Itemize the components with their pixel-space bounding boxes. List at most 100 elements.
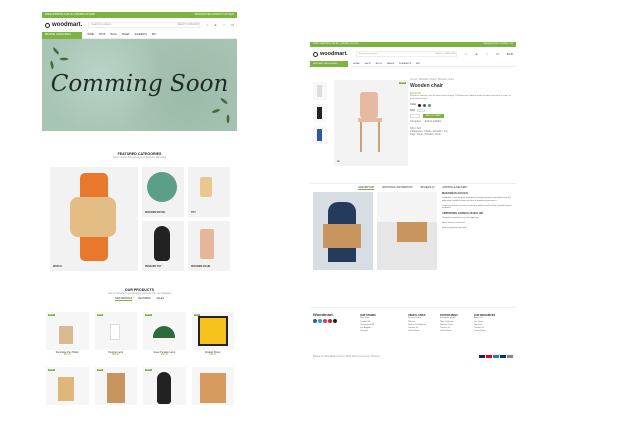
breadcrumb[interactable]: Home / Wooden Chair / Wooden chair (410, 78, 514, 81)
footer-col-links: USEFUL LINKS Privacy Policy Returns Term… (408, 314, 427, 333)
hero-banner: Comming Soon (42, 39, 237, 131)
size-select[interactable] (417, 108, 426, 112)
product-card[interactable]: NEW Abstract Poster $39.00 (191, 312, 234, 362)
youtube-icon[interactable] (333, 319, 337, 323)
product-page-screenshot: FREE SHIPPING FOR ALL ORDERS OF $150 NEW… (310, 42, 516, 362)
user-icon[interactable]: ♙ (475, 52, 478, 56)
search-icon[interactable]: ⌕ (206, 23, 208, 27)
add-to-cart-button[interactable]: ADD TO CART (423, 114, 444, 119)
quantity-stepper[interactable] (410, 114, 420, 119)
cart-icon[interactable]: ⊡ (497, 52, 500, 56)
thumbnail[interactable] (313, 126, 327, 144)
delivery-image-2 (377, 192, 437, 270)
compare-link[interactable]: Compare (410, 120, 421, 123)
browse-categories-button[interactable]: BROWSE CATEGORIES (310, 60, 348, 67)
cart-icon[interactable]: ⊡ (231, 23, 234, 27)
logo-icon (45, 22, 50, 28)
footer-col-resources: OUR RESOURCES About Us Our Team Services… (474, 314, 496, 333)
product-card[interactable]: NEW (143, 367, 186, 417)
product-card[interactable]: NEW Decorative Pen Holder $45.00 (46, 312, 89, 362)
category-select[interactable]: SELECT CATEGORY (435, 52, 456, 56)
product-info: Home / Wooden Chair / Wooden chair Woode… (410, 78, 514, 137)
category-select[interactable]: SELECT CATEGORY (177, 23, 199, 27)
product-tags: Tags: Chair, Wooden Chair (410, 133, 441, 137)
product-image: NEW (143, 312, 186, 350)
nav-item-buy[interactable]: BUY (416, 63, 421, 65)
shipping-notice: FREE SHIPPING FOR ALL ORDERS OF $150 (313, 43, 359, 45)
mastercard-icon (486, 355, 492, 358)
description-tabs: DESCRIPTION ADDITIONAL INFORMATION REVIE… (310, 183, 516, 190)
nav-item-pages[interactable]: PAGES (387, 63, 394, 65)
nav-item-blog[interactable]: BLOG (376, 63, 382, 65)
zoom-icon[interactable]: ⊕ (337, 159, 340, 163)
main-nav: BROWSE CATEGORIES HOME SHOP BLOG PAGES E… (310, 60, 516, 67)
nav-item-elements[interactable]: ELEMENTS (135, 34, 147, 36)
site-logo[interactable]: woodmart. (313, 51, 348, 57)
color-swatch-black[interactable] (418, 103, 422, 107)
product-card[interactable]: NEW (94, 367, 137, 417)
nav-item-pages[interactable]: PAGES (122, 34, 130, 36)
tab-new-arrivals[interactable]: NEW ARRIVALS (115, 298, 133, 301)
tab-description[interactable]: DESCRIPTION (358, 187, 375, 190)
search-input[interactable]: Search for products SELECT CATEGORY (88, 22, 201, 28)
product-card[interactable] (191, 367, 234, 417)
chair-icon (200, 229, 214, 259)
thumbnail[interactable] (313, 104, 327, 122)
nav-item-shop[interactable]: SHOP (365, 63, 371, 65)
nav-item-shop[interactable]: SHOP (99, 34, 106, 36)
search-input[interactable]: Search for products SELECT CATEGORY (355, 51, 458, 57)
tab-reviews[interactable]: REVIEWS (0) (420, 187, 434, 190)
category-toy[interactable]: TOY (188, 167, 230, 217)
product-card[interactable]: NEW (46, 367, 89, 417)
category-watch[interactable]: WATCH (50, 167, 138, 271)
nav-item-home[interactable]: HOME (87, 34, 94, 36)
site-logo[interactable]: woodmart. (45, 22, 82, 28)
tab-sales[interactable]: SALES (156, 298, 163, 301)
twitter-icon[interactable] (318, 319, 322, 323)
browse-categories-button[interactable]: BROWSE CATEGORIES (42, 31, 82, 39)
nav-item-elements[interactable]: ELEMENTS (399, 63, 411, 65)
visa-icon (479, 355, 485, 358)
color-swatch-blue[interactable] (423, 103, 427, 107)
product-image: NEW (46, 312, 89, 350)
color-swatch-green[interactable] (428, 103, 432, 107)
penguin-icon (154, 226, 170, 261)
tab-featured[interactable]: FEATURED (138, 298, 150, 301)
wishlist-link[interactable]: Add to wishlist (425, 120, 442, 123)
product-image: NEW (94, 367, 137, 405)
facebook-icon[interactable] (313, 319, 317, 323)
payment-icons (479, 355, 513, 358)
thumbnail[interactable] (313, 82, 327, 100)
amex-icon (493, 355, 499, 358)
clock-icon (147, 172, 177, 202)
product-card[interactable]: NEW Green Pendant Lamp $59.00 (143, 312, 186, 362)
search-icon[interactable]: ⌕ (465, 52, 467, 56)
description-text: MAECENAS IACULIS Vestibulum curae torque… (442, 192, 512, 229)
top-links[interactable]: NEWSLETTER CONTACT US FAQS (195, 12, 234, 18)
top-links[interactable]: NEWSLETTER CONTACT US (483, 42, 513, 47)
product-thumbnails (313, 82, 327, 148)
nav-item-home[interactable]: HOME (353, 63, 360, 65)
product-grid: NEW Decorative Pen Holder $45.00 NEW Hangin… (46, 312, 234, 417)
tab-shipping[interactable]: SHIPPING & DELIVERY (442, 187, 467, 190)
product-card[interactable]: NEW Hanging Lamp $62.00 (94, 312, 137, 362)
nav-item-blog[interactable]: BLOG (110, 34, 116, 36)
user-icon[interactable]: ♙ (214, 23, 217, 27)
tab-additional-info[interactable]: ADDITIONAL INFORMATION (382, 187, 412, 190)
footer-col-stores: OUR STORES New York London SF Cockfoster… (360, 314, 376, 333)
instagram-icon[interactable] (323, 319, 327, 323)
site-header: woodmart. Search for products SELECT CATE… (42, 18, 237, 32)
category-penguin-toy[interactable]: PENGUIN TOY (142, 221, 184, 271)
pinterest-icon[interactable] (328, 319, 332, 323)
nav-item-buy[interactable]: BUY (152, 34, 157, 36)
category-wooden-chair[interactable]: WOODEN CHAIR (188, 221, 230, 271)
wishlist-icon[interactable]: ♡ (486, 52, 489, 56)
product-image: NEW (94, 312, 137, 350)
wishlist-icon[interactable]: ♡ (223, 23, 226, 27)
category-wooden-watch[interactable]: WOODEN WATCH (142, 167, 184, 217)
product-image (191, 367, 234, 405)
product-main-image[interactable]: NEW ⊕ (334, 80, 408, 166)
product-short-description: Phasellus lobortis justo sit amet mollis… (410, 95, 511, 101)
cart-total[interactable]: $0.00 (507, 53, 513, 56)
site-footer: Woodmart. OUR STORES New York London SF … (310, 307, 516, 362)
